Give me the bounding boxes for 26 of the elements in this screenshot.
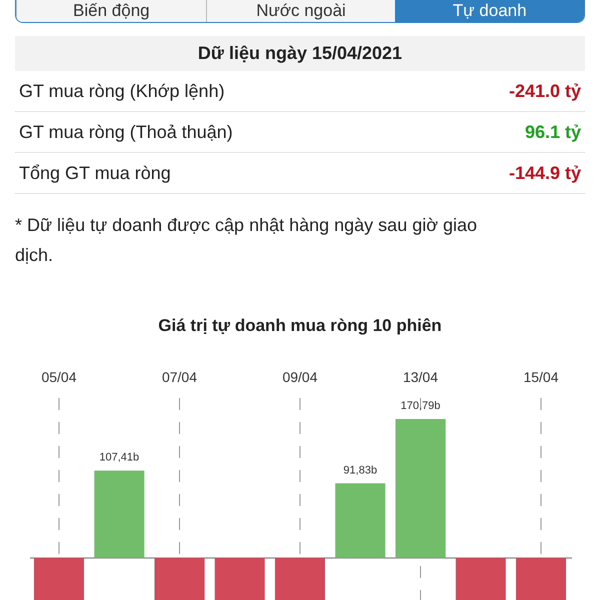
value-label: 170,79b	[400, 400, 440, 412]
bar	[275, 558, 325, 600]
tab[interactable]: Nước ngoài	[206, 0, 396, 22]
axis-label: 07/04	[162, 369, 198, 385]
row-label: GT mua ròng (Thoả thuận)	[19, 121, 233, 144]
axis-label: 09/04	[282, 369, 318, 385]
tab[interactable]: Tự doanh	[395, 0, 584, 22]
row-label: Tổng GT mua ròng	[19, 162, 171, 185]
row-label: GT mua ròng (Khớp lệnh)	[19, 80, 225, 103]
row-value: 96.1 tỷ	[524, 121, 581, 144]
value-label: 107,41b	[99, 452, 140, 464]
tab[interactable]: Biến động	[16, 0, 206, 22]
bar	[516, 558, 566, 600]
bar	[456, 558, 506, 600]
row-value: -144.9 tỷ	[508, 162, 581, 185]
bar	[154, 558, 204, 600]
axis-label: 05/04	[41, 369, 77, 385]
summary-title: Dữ liệu ngày 15/04/2021	[15, 36, 585, 71]
axis-label: 15/04	[523, 369, 559, 385]
bar	[34, 558, 84, 600]
footnote: * Dữ liệu tự doanh được cập nhật hàng ngày sau giờ giao dịch.	[15, 214, 478, 267]
row-value: -241.0 tỷ	[508, 80, 581, 103]
value-label: 91,83b	[343, 464, 378, 476]
axis-label: 13/04	[402, 369, 438, 385]
bar	[214, 558, 265, 600]
chart-title: Giá trị tự doanh mua ròng 10 phiên	[157, 316, 443, 337]
